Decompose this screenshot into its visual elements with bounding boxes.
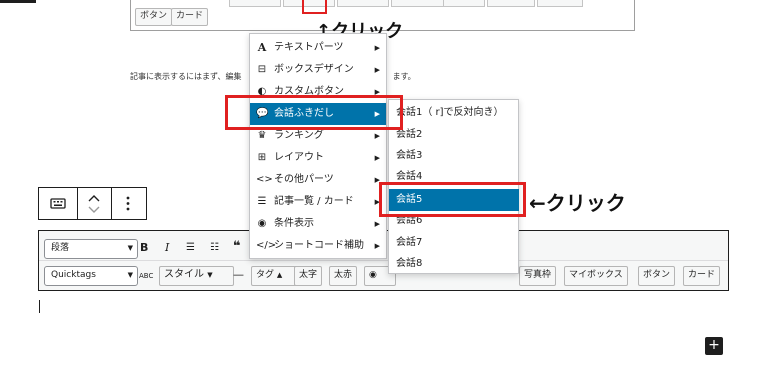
caret-down-icon: ▼ — [127, 244, 133, 252]
move-block-buttons[interactable] — [77, 188, 112, 219]
top-card-button[interactable]: カード — [171, 8, 209, 26]
toolbar-segment — [443, 0, 485, 7]
keyboard-button[interactable] — [39, 188, 78, 219]
submenu-item-label: 会話3 — [396, 150, 423, 161]
code-icon: <> — [256, 174, 273, 185]
italic-icon[interactable]: I — [165, 241, 169, 255]
grid-icon: ⊞ — [257, 152, 267, 163]
strikethrough-abc-icon[interactable]: ABC — [139, 269, 153, 283]
bold-quicktag-button[interactable]: 太字 — [294, 266, 323, 286]
caret-down-icon: ▼ — [207, 271, 213, 279]
toolbar-separator — [39, 260, 728, 261]
paragraph-text-left: 記事に表示するにはまず、編集 — [130, 72, 242, 81]
submenu-item-label: 会話1（ r]で反対向き） — [396, 107, 504, 118]
menu-item-label: ショートコード補助 — [274, 240, 364, 251]
bold-icon[interactable]: B — [140, 241, 148, 255]
menu-item-other-parts[interactable]: <> その他パーツ ▶ — [250, 169, 386, 191]
text-cursor — [39, 300, 40, 313]
submenu-item-conversation-1[interactable]: 会話1（ r]で反対向き） — [389, 102, 518, 124]
toolbar-segment — [337, 0, 389, 7]
menu-item-layout[interactable]: ⊞ レイアウト ▶ — [250, 147, 386, 169]
submenu-item-conversation-8[interactable]: 会話8 — [389, 253, 518, 275]
caret-right-icon: ▶ — [374, 66, 380, 74]
caret-up-icon: ▲ — [276, 271, 283, 279]
menu-item-shortcode-helper[interactable]: </> ショートコード補助 ▶ — [250, 235, 386, 257]
red-highlight-menu-item — [225, 95, 403, 130]
eye-icon: ◉ — [257, 218, 267, 229]
menu-item-label: ボックスデザイン — [274, 64, 354, 75]
blockquote-icon[interactable]: ❝ — [233, 240, 241, 254]
style-dropdown-button[interactable]: スタイル ▼ — [159, 266, 234, 286]
red-highlight-submenu-item — [379, 182, 526, 217]
keyboard-icon — [50, 198, 66, 209]
menu-item-conditional-display[interactable]: ◉ 条件表示 ▶ — [250, 213, 386, 235]
click-annotation-right: ←クリック — [529, 191, 626, 215]
menu-item-label: 条件表示 — [274, 218, 314, 229]
box-icon: ⊟ — [257, 64, 267, 75]
button-quicktag-button[interactable]: ボタン — [638, 266, 676, 286]
card-quicktag-button[interactable]: カード — [683, 266, 721, 286]
letter-a-icon: A — [257, 41, 267, 54]
numbered-list-icon[interactable]: ☷ — [210, 241, 219, 255]
paragraph-text-right: ます。 — [392, 72, 416, 81]
photo-frame-button[interactable]: 写真枠 — [519, 266, 557, 286]
my-box-button[interactable]: マイボックス — [564, 266, 628, 286]
corner-mark — [0, 0, 36, 3]
submenu-item-label: 会話7 — [396, 237, 423, 248]
add-block-button[interactable]: + — [705, 337, 723, 355]
user-icon: ◉ — [369, 270, 377, 280]
menu-item-label: 記事一覧 / カード — [274, 196, 354, 207]
tag-label: タグ — [256, 270, 275, 280]
style-label: スタイル — [164, 269, 204, 280]
menu-item-label: その他パーツ — [274, 174, 334, 185]
submenu-item-label: 会話8 — [396, 258, 423, 269]
submenu-item-conversation-2[interactable]: 会話2 — [389, 124, 518, 146]
caret-down-icon: ▼ — [127, 271, 133, 279]
more-options-button[interactable] — [111, 188, 146, 219]
list-icon: ☰ — [257, 196, 267, 207]
menu-item-label: テキストパーツ — [274, 42, 344, 53]
menu-item-article-list[interactable]: ☰ 記事一覧 / カード ▶ — [250, 191, 386, 213]
chevron-up-down-icon — [88, 195, 100, 213]
code-icon: </> — [256, 240, 277, 251]
bold-red-quicktag-button[interactable]: 太赤 — [329, 266, 358, 286]
horizontal-line-icon[interactable]: — — [233, 268, 244, 282]
toolbar-segment — [229, 0, 281, 7]
menu-item-label: レイアウト — [274, 152, 324, 163]
red-highlight-top — [302, 0, 327, 14]
submenu-item-conversation-3[interactable]: 会話3 — [389, 145, 518, 167]
toolbar-segment — [487, 0, 535, 7]
menu-item-text-parts[interactable]: A テキストパーツ ▶ — [250, 37, 386, 59]
paragraph-format-value: 段落 — [51, 243, 70, 253]
caret-right-icon: ▶ — [374, 44, 380, 52]
tag-dropdown-button[interactable]: タグ ▲ — [251, 266, 300, 286]
submenu-item-conversation-7[interactable]: 会話7 — [389, 232, 518, 254]
toolbar-segment — [537, 0, 583, 7]
caret-right-icon: ▶ — [374, 242, 380, 250]
top-button-button[interactable]: ボタン — [135, 8, 173, 26]
caret-right-icon: ▶ — [374, 154, 380, 162]
quicktags-select[interactable]: Quicktags ▼ — [44, 266, 138, 286]
vertical-ellipsis-icon — [126, 196, 130, 211]
block-toolbar — [38, 187, 147, 220]
paragraph-format-select[interactable]: 段落 ▼ — [44, 239, 138, 259]
bullet-list-icon[interactable]: ☰ — [186, 241, 195, 255]
menu-item-box-design[interactable]: ⊟ ボックスデザイン ▶ — [250, 59, 386, 81]
quicktags-value: Quicktags — [51, 270, 96, 280]
tag-dropdown-menu: A テキストパーツ ▶ ⊟ ボックスデザイン ▶ ◐ カスタムボタン ▶ 💬 会… — [249, 33, 387, 259]
toolbar-segment — [391, 0, 445, 7]
